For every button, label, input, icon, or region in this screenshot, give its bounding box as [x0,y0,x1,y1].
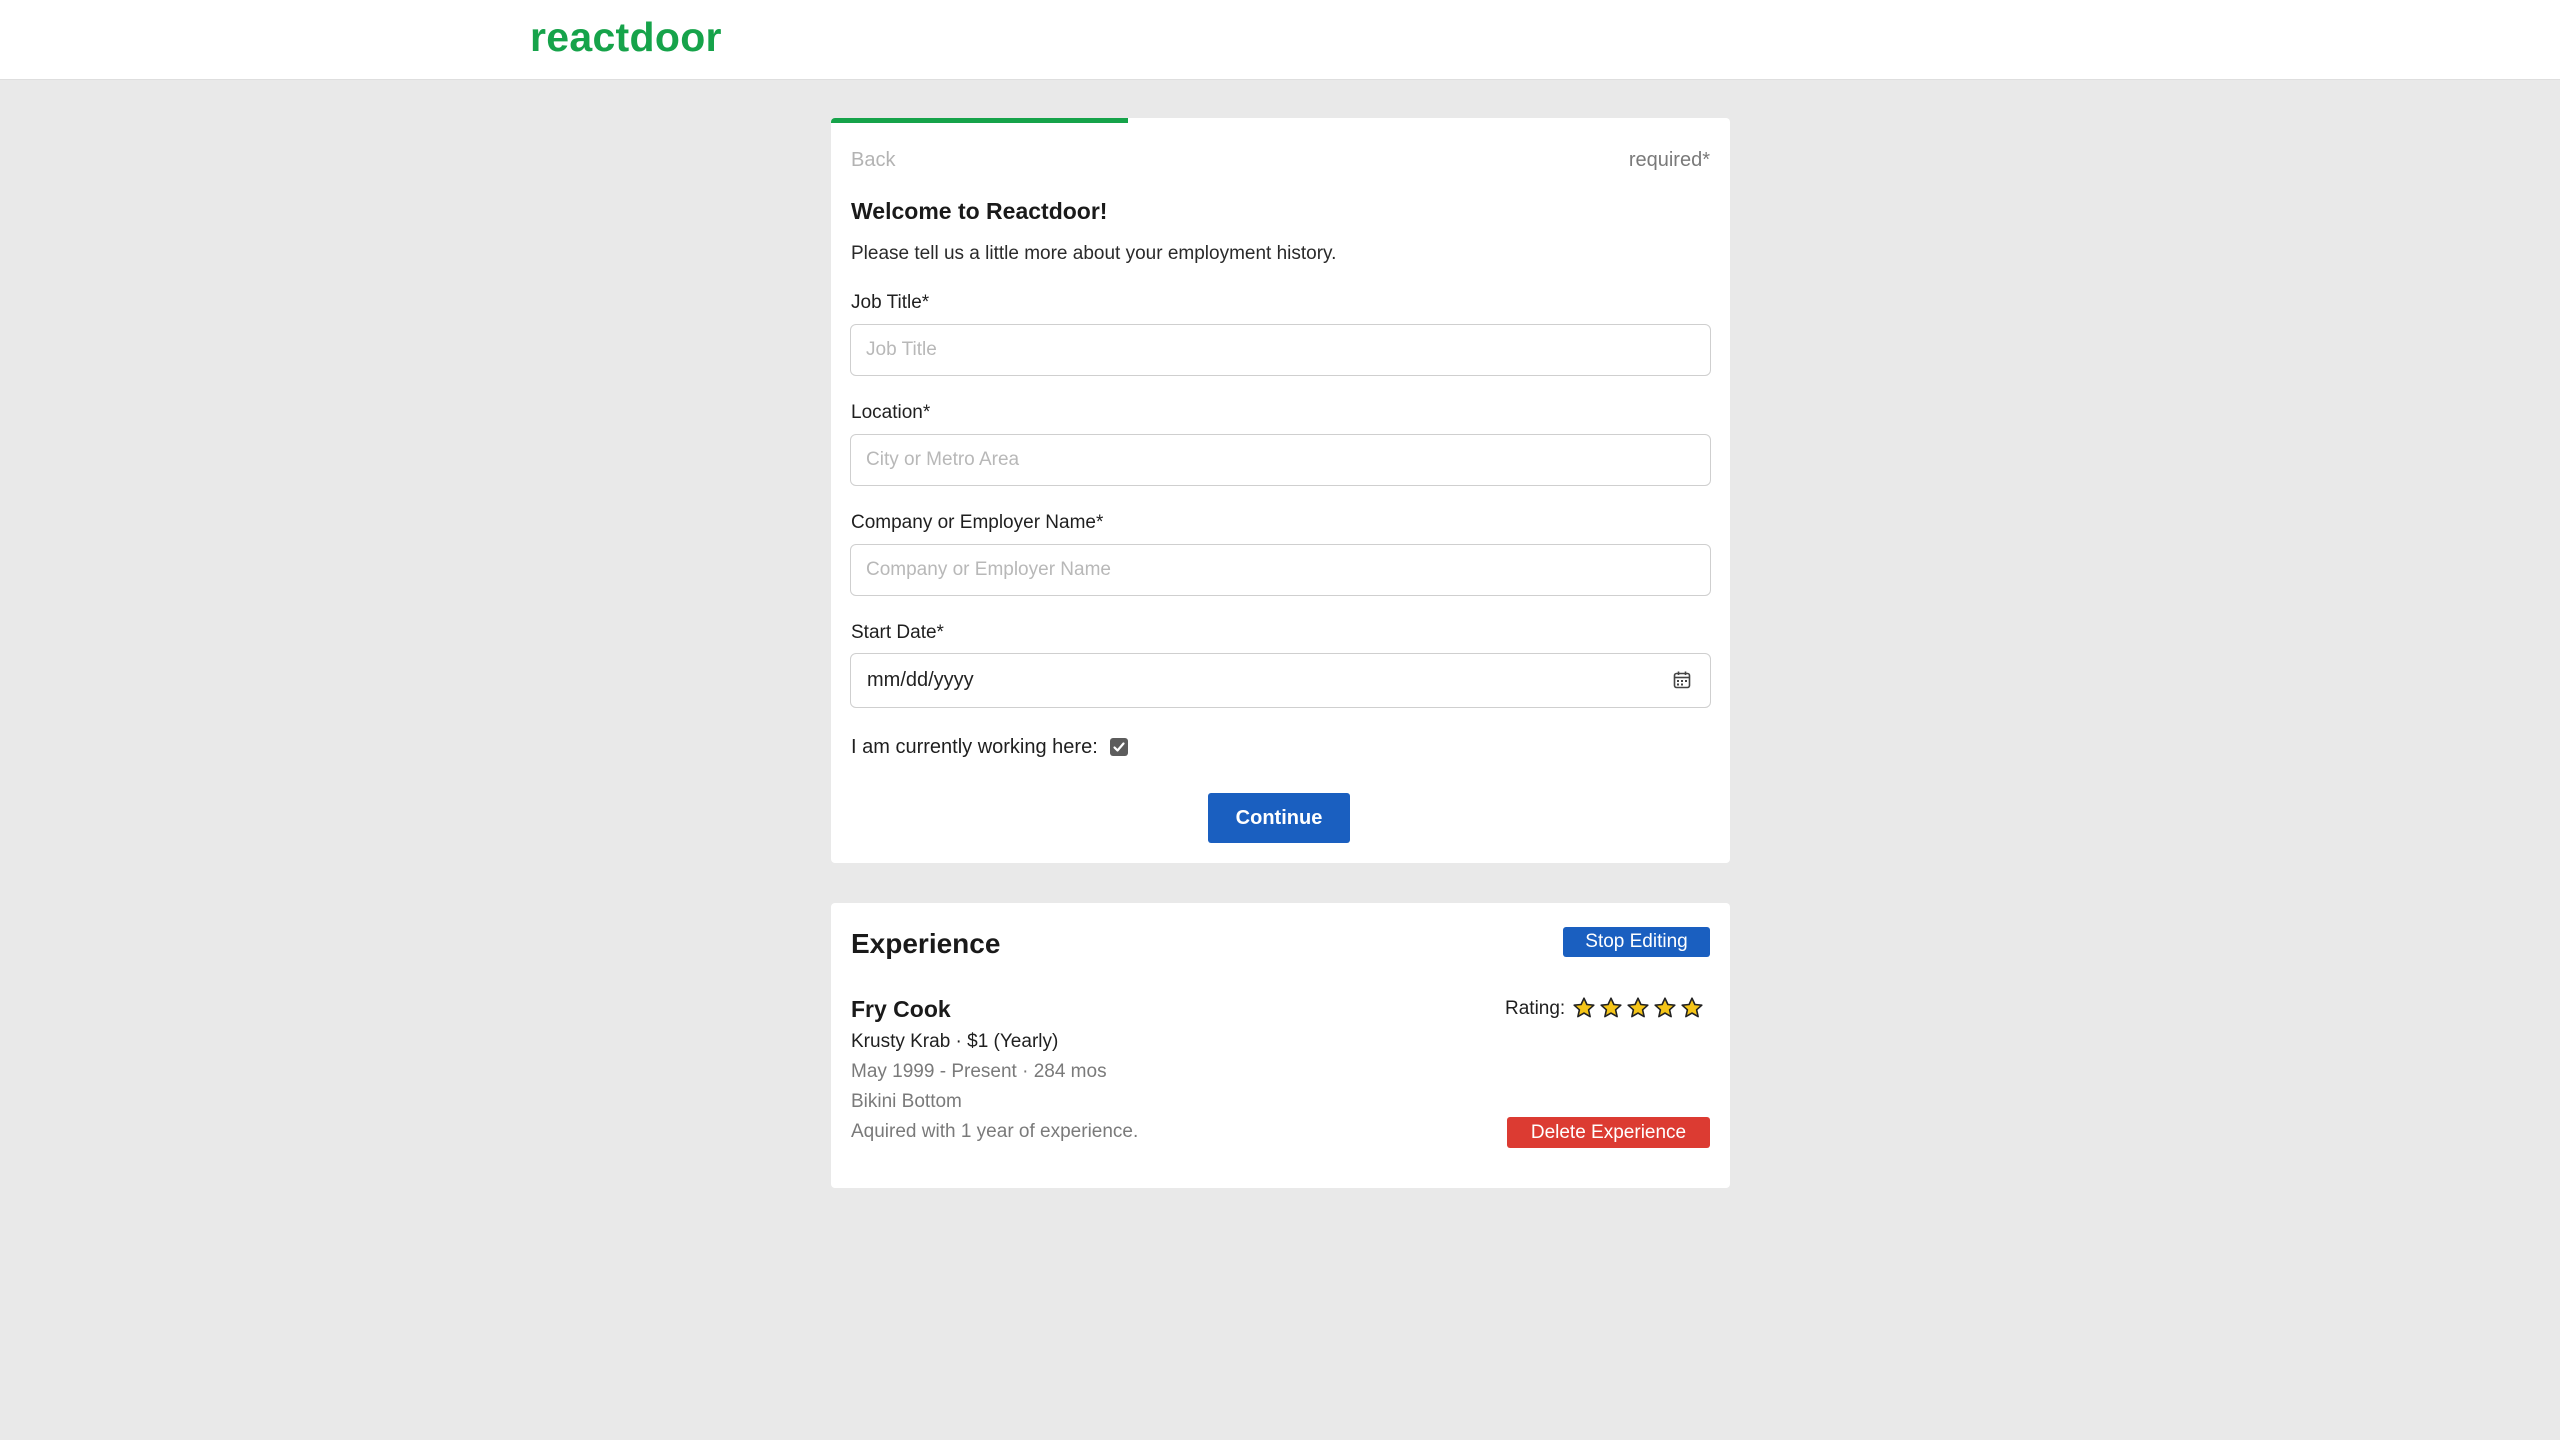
star-icon[interactable] [1626,996,1650,1020]
job-title-input[interactable] [850,324,1711,376]
required-note: required* [1628,149,1710,171]
start-date-value: mm/dd/yyyy [867,669,974,691]
job-title-label: Job Title* [851,292,930,313]
company-label: Company or Employer Name* [851,512,1104,533]
reactdoor-logo[interactable]: reactdoor [530,14,722,61]
experience-note: Aquired with 1 year of experience. [851,1121,1139,1142]
rating-stars [1572,996,1704,1020]
top-nav-bar: reactdoor [0,0,2560,80]
back-link[interactable]: Back [851,149,895,172]
calendar-icon[interactable] [1672,670,1692,690]
star-icon[interactable] [1572,996,1596,1020]
start-date-label: Start Date* [851,622,944,643]
star-icon[interactable] [1599,996,1623,1020]
experience-job-title: Fry Cook [851,996,951,1022]
experience-location: Bikini Bottom [851,1091,962,1112]
location-input[interactable] [850,434,1711,486]
progress-bar-fill [831,118,1128,123]
star-icon[interactable] [1653,996,1677,1020]
currently-working-checkbox[interactable] [1110,738,1128,756]
star-icon[interactable] [1680,996,1704,1020]
experience-card: Experience Stop Editing Fry Cook Krusty … [831,903,1730,1188]
experience-heading: Experience [851,928,1001,959]
intro-text: Please tell us a little more about your … [851,243,1337,264]
progress-bar [831,118,1730,123]
checkmark-icon [1113,742,1125,752]
welcome-heading: Welcome to Reactdoor! [851,198,1108,224]
currently-working-label: I am currently working here: [851,736,1098,758]
company-input[interactable] [850,544,1711,596]
location-label: Location* [851,402,931,423]
start-date-input[interactable]: mm/dd/yyyy [850,653,1711,708]
experience-dates: May 1999 - Present · 284 mos [851,1061,1107,1082]
continue-button[interactable]: Continue [1208,793,1350,843]
rating-label: Rating: [1505,998,1566,1019]
experience-company-salary: Krusty Krab · $1 (Yearly) [851,1031,1059,1052]
stop-editing-button[interactable]: Stop Editing [1563,927,1710,957]
employment-form-card: Back required* Welcome to Reactdoor! Ple… [831,118,1730,863]
delete-experience-button[interactable]: Delete Experience [1507,1117,1710,1148]
